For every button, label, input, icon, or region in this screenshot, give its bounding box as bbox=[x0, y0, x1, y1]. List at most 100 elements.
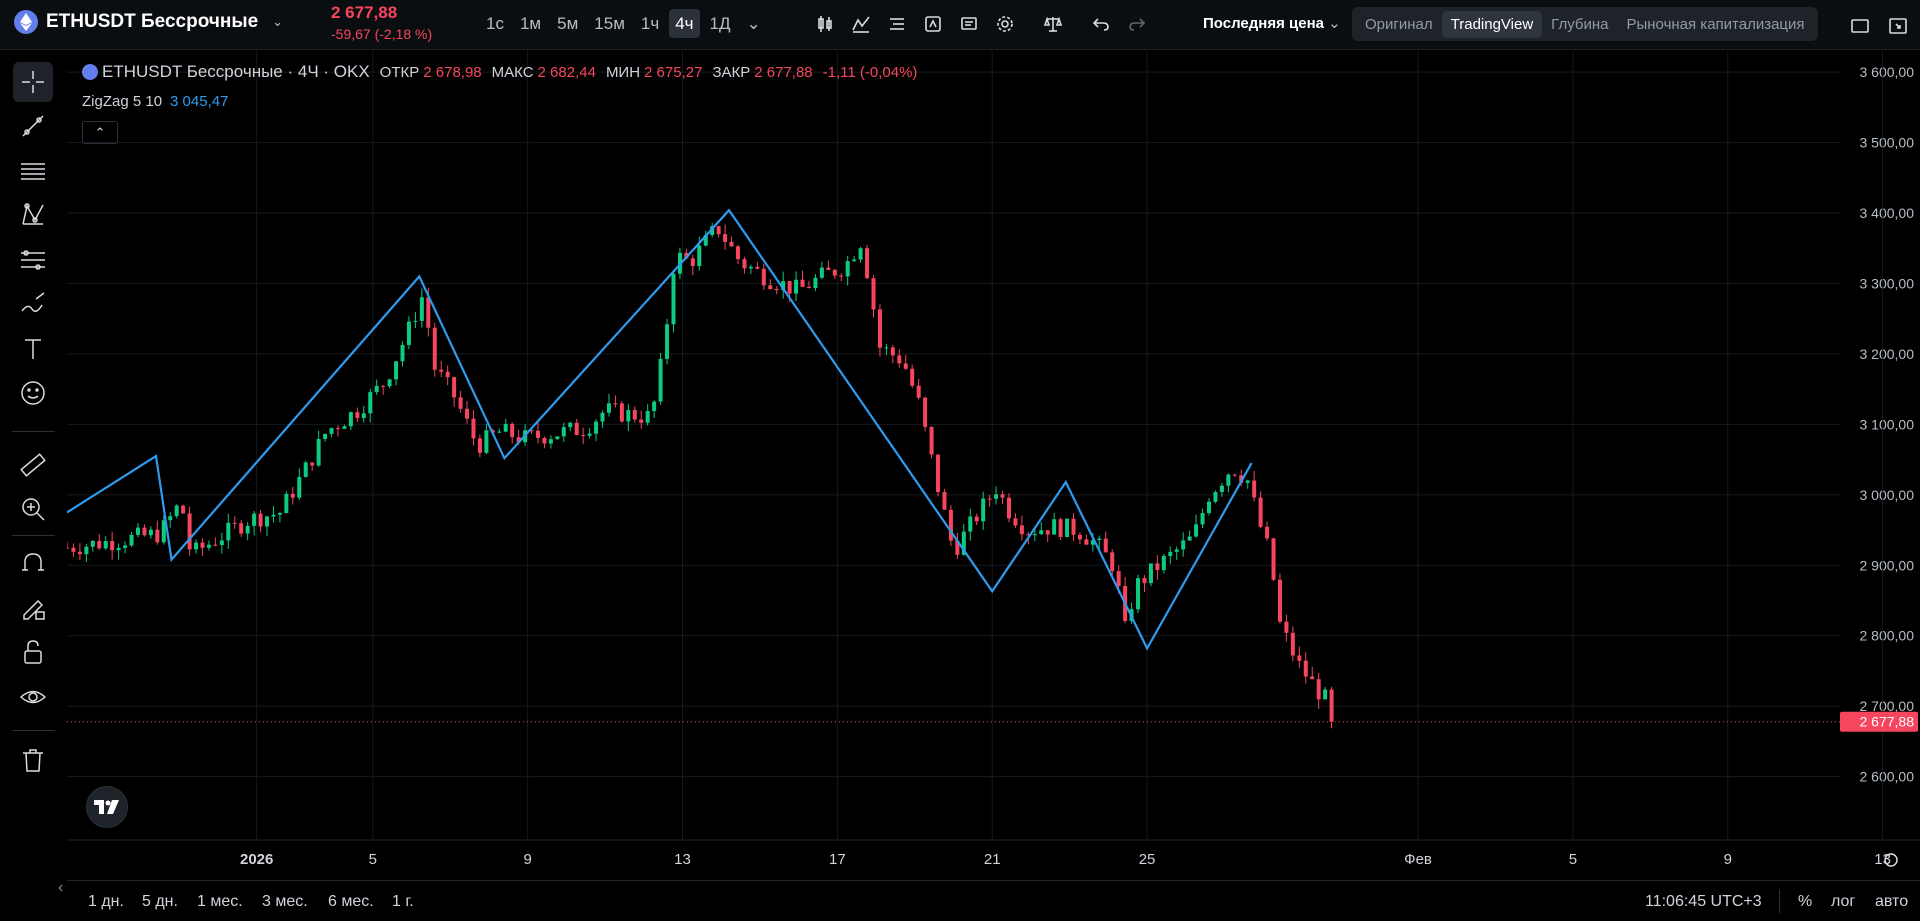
candle-body bbox=[923, 397, 928, 427]
range-1d[interactable]: 1 дн. bbox=[88, 893, 124, 911]
log-toggle[interactable]: лог bbox=[1831, 893, 1855, 911]
candle-body bbox=[265, 516, 270, 527]
fib-icon[interactable] bbox=[13, 240, 53, 280]
replay-icon[interactable] bbox=[918, 9, 948, 39]
candle-body bbox=[439, 369, 444, 372]
legend-low-label: МИН bbox=[605, 63, 641, 81]
visibility-icon[interactable] bbox=[13, 677, 53, 717]
undo-icon[interactable] bbox=[1086, 9, 1116, 39]
trash-icon[interactable] bbox=[13, 740, 53, 780]
legend-change: -1,11 (-0,04%) bbox=[822, 63, 918, 81]
timeframe-1d[interactable]: 1Д bbox=[704, 9, 737, 38]
gear-icon[interactable] bbox=[990, 9, 1020, 39]
candle-body bbox=[123, 545, 128, 548]
candle-body bbox=[742, 259, 747, 269]
candle-body bbox=[897, 355, 902, 364]
candle-body bbox=[290, 493, 295, 498]
candle-body bbox=[877, 309, 882, 348]
candle-body bbox=[535, 430, 540, 438]
candle-body bbox=[426, 297, 431, 328]
collapse-toolbar-chevron-icon[interactable]: ‹ bbox=[58, 879, 63, 897]
indicators-icon[interactable] bbox=[846, 9, 876, 39]
range-1y[interactable]: 1 г. bbox=[392, 893, 414, 911]
chart-view-switch: Оригинал TradingView Глубина Рыночная ка… bbox=[1352, 7, 1818, 41]
zigzag-indicator-label[interactable]: ZigZag 5 10 3 045,47 bbox=[82, 93, 228, 110]
candle-body bbox=[245, 525, 250, 534]
candle-body bbox=[542, 437, 547, 444]
candle-body bbox=[948, 509, 953, 541]
tradingview-logo-icon[interactable] bbox=[86, 786, 128, 828]
view-depth[interactable]: Глубина bbox=[1542, 11, 1617, 38]
candle-body bbox=[129, 534, 134, 546]
range-1m[interactable]: 1 мес. bbox=[197, 893, 243, 911]
legend-close: 2 677,88 bbox=[754, 63, 813, 81]
scales-icon[interactable] bbox=[1038, 9, 1068, 39]
candle-body bbox=[77, 551, 82, 555]
timeframe-4h[interactable]: 4ч bbox=[669, 9, 700, 38]
candle-body bbox=[1226, 474, 1231, 486]
timeframe-1s[interactable]: 1с bbox=[480, 9, 510, 38]
price-chart[interactable]: 2 600,002 700,002 800,002 900,003 000,00… bbox=[67, 51, 1920, 880]
ruler-icon[interactable] bbox=[13, 445, 53, 485]
timeframe-bar: 1с 1м 5м 15м 1ч 4ч 1Д ⌄ bbox=[480, 9, 767, 38]
redo-icon[interactable] bbox=[1122, 9, 1152, 39]
view-market-cap[interactable]: Рыночная капитализация bbox=[1617, 11, 1813, 38]
view-tradingview[interactable]: TradingView bbox=[1441, 10, 1543, 38]
range-6m[interactable]: 6 мес. bbox=[328, 893, 374, 911]
price-type-selector[interactable]: Последняя цена ⌄ bbox=[1203, 14, 1341, 32]
candle-body bbox=[1045, 530, 1050, 535]
layout-icon[interactable] bbox=[1845, 11, 1875, 41]
lock-drawing-icon[interactable] bbox=[13, 588, 53, 628]
candle-body bbox=[626, 409, 631, 422]
candle-body bbox=[329, 428, 334, 434]
candle-body bbox=[1271, 538, 1276, 580]
list-settings-icon[interactable] bbox=[882, 9, 912, 39]
candle-body bbox=[1065, 518, 1070, 537]
pattern-icon[interactable] bbox=[13, 195, 53, 235]
range-3m[interactable]: 3 мес. bbox=[262, 893, 308, 911]
candle-body bbox=[1187, 536, 1192, 541]
brush-icon[interactable] bbox=[13, 284, 53, 324]
candle-body bbox=[994, 494, 999, 499]
price-tick-label: 3 600,00 bbox=[1860, 64, 1915, 80]
candle-body bbox=[510, 423, 515, 438]
collapse-legend-chevron-up-icon[interactable]: ⌃ bbox=[82, 121, 118, 144]
chevron-down-icon[interactable]: ⌄ bbox=[272, 14, 283, 30]
text-tool-icon[interactable] bbox=[13, 329, 53, 369]
candle-body bbox=[794, 279, 799, 294]
candle-body bbox=[335, 428, 340, 430]
candle-body bbox=[316, 438, 321, 466]
candle-type-icon[interactable] bbox=[810, 9, 840, 39]
auto-toggle[interactable]: авто bbox=[1875, 893, 1908, 911]
percent-toggle[interactable]: % bbox=[1798, 893, 1812, 911]
candle-body bbox=[239, 523, 244, 534]
lock-icon[interactable] bbox=[13, 632, 53, 672]
horizontal-lines-icon[interactable] bbox=[13, 151, 53, 191]
candle-body bbox=[503, 423, 508, 432]
price-tick-label: 2 800,00 bbox=[1860, 628, 1915, 644]
range-5d[interactable]: 5 дн. bbox=[142, 893, 178, 911]
symbol-selector[interactable]: ETHUSDT Бессрочные ⌄ bbox=[14, 10, 283, 34]
clock-timezone[interactable]: 11:06:45 UTC+3 bbox=[1645, 893, 1762, 911]
timeframe-5m[interactable]: 5м bbox=[551, 9, 584, 38]
candle-body bbox=[600, 412, 605, 422]
candle-body bbox=[368, 392, 373, 414]
drawing-toolbar: ‹ bbox=[0, 51, 66, 896]
magnet-icon[interactable] bbox=[13, 543, 53, 583]
timeframe-1h[interactable]: 1ч bbox=[635, 9, 665, 38]
timeframe-1m[interactable]: 1м bbox=[514, 9, 547, 38]
fullscreen-icon[interactable] bbox=[1883, 11, 1913, 41]
trend-line-icon[interactable] bbox=[13, 106, 53, 146]
candle-body bbox=[1058, 519, 1063, 537]
view-original[interactable]: Оригинал bbox=[1356, 11, 1442, 38]
crosshair-icon[interactable] bbox=[13, 62, 53, 102]
price-tick-label: 3 300,00 bbox=[1860, 275, 1915, 291]
candle-body bbox=[432, 327, 437, 370]
zoom-in-icon[interactable] bbox=[13, 489, 53, 529]
candle-body bbox=[387, 379, 392, 387]
candle-body bbox=[761, 268, 766, 286]
alert-icon[interactable] bbox=[954, 9, 984, 39]
timeframe-15m[interactable]: 15м bbox=[588, 9, 631, 38]
emoji-icon[interactable] bbox=[13, 373, 53, 413]
timeframe-more-chevron-icon[interactable]: ⌄ bbox=[740, 9, 766, 38]
